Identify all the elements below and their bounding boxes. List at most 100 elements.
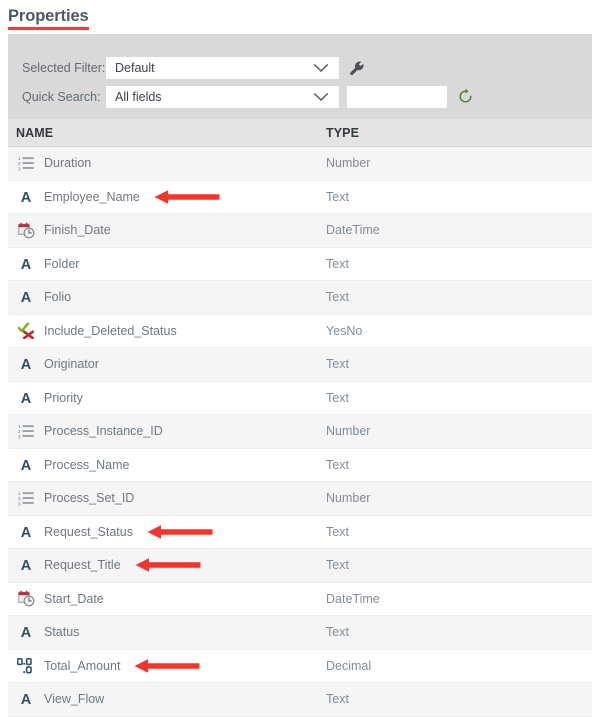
yesno-icon [16,321,36,341]
cell-field-type: Text [326,256,349,271]
cell-field-name: A Employee_Name [8,187,324,207]
annotation-arrow-icon [134,658,200,674]
cell-field-type: Text [326,524,349,539]
cell-field-type: Number [326,156,371,171]
table-row[interactable]: 1 2 3 Process_Set_ID Number [8,482,592,516]
column-header-type[interactable]: TYPE [324,126,592,140]
table-row[interactable]: Total_Amount Decimal [8,649,592,683]
field-name-label: Start_Date [44,591,104,606]
table-row[interactable]: A Employee_Name Text [8,180,592,214]
quick-search-select[interactable]: All fields [106,85,339,108]
selected-filter-select[interactable]: Default [106,56,339,79]
cell-field-type: DateTime [326,223,380,238]
table-row[interactable]: Include_Deleted_Status YesNo [8,314,592,348]
datetime-icon [16,220,36,240]
table-row[interactable]: A Status Text [8,616,592,650]
cell-field-name: A Folio [8,287,324,307]
cell-field-type: Decimal [326,658,372,673]
svg-text:A: A [21,625,32,640]
cell-field-type: Text [326,189,349,204]
table-row[interactable]: Finish_Date DateTime [8,214,592,248]
decimal-icon [16,656,36,676]
svg-text:3: 3 [18,502,21,507]
cell-field-type: Number [326,491,371,506]
table-row[interactable]: 1 2 3 Duration Number [8,147,592,181]
cell-field-name: Total_Amount [8,656,324,676]
table-row[interactable]: A Folder Text [8,247,592,281]
table-row[interactable]: A Priority Text [8,381,592,415]
search-input[interactable] [347,85,447,108]
chevron-down-icon [313,63,329,73]
datetime-icon [16,589,36,609]
cell-field-type: Number [326,424,371,439]
cell-field-name: Include_Deleted_Status [8,321,324,341]
field-name-label: Employee_Name [44,189,140,204]
cell-field-name: A Process_Name [8,455,324,475]
svg-text:A: A [21,525,32,540]
field-name-label: Folio [44,290,72,305]
cell-field-type: YesNo [326,323,363,338]
annotation-arrow-icon [135,557,201,573]
field-name-label: Finish_Date [44,223,111,238]
svg-text:A: A [21,692,32,707]
filter-panel: Selected Filter: Default Quick Search: A… [8,34,592,119]
cell-field-name: A Status [8,622,324,642]
annotation-arrow-icon [147,524,213,540]
cell-field-type: Text [326,558,349,573]
svg-text:A: A [21,190,32,205]
cell-field-type: Text [326,625,349,640]
field-name-label: Priority [44,390,83,405]
text-icon: A [16,354,36,374]
properties-table: NAME TYPE 1 2 3 Duration Number A Employee_Nam… [8,119,592,717]
column-header-name[interactable]: NAME [8,126,324,140]
quick-search-value: All fields [115,89,162,104]
text-icon: A [16,254,36,274]
refresh-icon[interactable] [457,88,474,105]
wrench-icon[interactable] [349,60,365,76]
field-name-label: Process_Name [44,457,130,472]
table-row[interactable]: A Process_Name Text [8,448,592,482]
number-icon: 123 [16,488,36,508]
cell-field-name: Start_Date [8,589,324,609]
page-header: Properties [0,0,600,34]
selected-filter-row: Selected Filter: Default [22,55,592,80]
svg-text:A: A [21,357,32,372]
field-name-label: Folder [44,256,80,271]
cell-field-name: A Request_Status [8,522,324,542]
text-icon: A [16,388,36,408]
cell-field-name: Finish_Date [8,220,324,240]
field-name-label: Include_Deleted_Status [44,323,177,338]
number-icon: 123 [16,153,36,173]
cell-field-name: A Priority [8,388,324,408]
field-name-label: View_Flow [44,692,105,707]
text-icon: A [16,555,36,575]
cell-field-type: Text [326,390,349,405]
text-icon: A [16,689,36,709]
svg-text:3: 3 [18,167,21,172]
table-row[interactable]: A Request_Status Text [8,515,592,549]
table-row[interactable]: Start_Date DateTime [8,582,592,616]
page-title: Properties [8,6,89,30]
table-row[interactable]: A View_Flow Text [8,683,592,717]
table-row[interactable]: A Originator Text [8,348,592,382]
svg-text:A: A [21,458,32,473]
cell-field-name: 1 2 3 Process_Set_ID [8,488,324,508]
annotation-arrow-icon [154,189,220,205]
cell-field-type: Text [326,692,349,707]
field-name-label: Duration [44,156,92,171]
text-icon: A [16,522,36,542]
quick-search-row: Quick Search: All fields [22,84,592,109]
text-icon: A [16,455,36,475]
cell-field-name: A View_Flow [8,689,324,709]
table-row[interactable]: 1 2 3 Process_Instance_ID Number [8,415,592,449]
field-name-label: Request_Title [44,558,121,573]
table-row[interactable]: A Request_Title Text [8,549,592,583]
number-icon: 123 [16,421,36,441]
cell-field-type: Text [326,457,349,472]
cell-field-name: 1 2 3 Duration [8,153,324,173]
chevron-down-icon [313,92,329,102]
field-name-label: Originator [44,357,99,372]
cell-field-type: Text [326,290,349,305]
table-row[interactable]: A Folio Text [8,281,592,315]
text-icon: A [16,622,36,642]
